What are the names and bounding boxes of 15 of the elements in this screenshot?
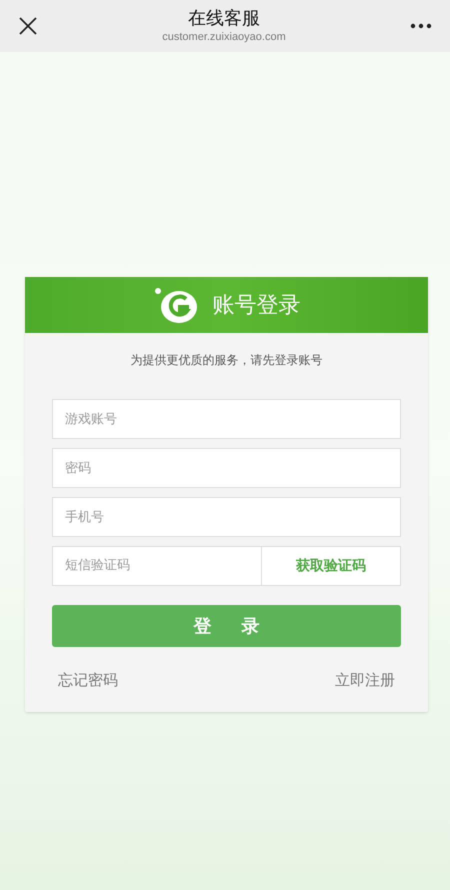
login-button[interactable]: 登 录 bbox=[52, 605, 401, 647]
logo-icon bbox=[152, 286, 198, 324]
text-link[interactable]: 立即注册 bbox=[335, 669, 395, 692]
page-url: customer.zuixiaoyao.com bbox=[162, 30, 286, 44]
page-title: 在线客服 bbox=[188, 8, 260, 30]
input-field[interactable]: 手机号 bbox=[52, 497, 401, 537]
get-code-button[interactable]: 获取验证码 bbox=[261, 547, 400, 585]
card-title: 账号登录 bbox=[212, 292, 300, 320]
text-link[interactable]: 忘记密码 bbox=[58, 669, 118, 692]
input-field[interactable]: 游戏账号 bbox=[52, 399, 401, 439]
notice-text: 为提供更优质的服务，请先登录账号 bbox=[130, 352, 324, 369]
sms-field[interactable]: 短信验证码 获取验证码 bbox=[52, 546, 401, 586]
input-field[interactable]: 密码 bbox=[52, 448, 401, 488]
more-icon[interactable] bbox=[410, 23, 432, 29]
close-icon[interactable] bbox=[18, 16, 38, 36]
